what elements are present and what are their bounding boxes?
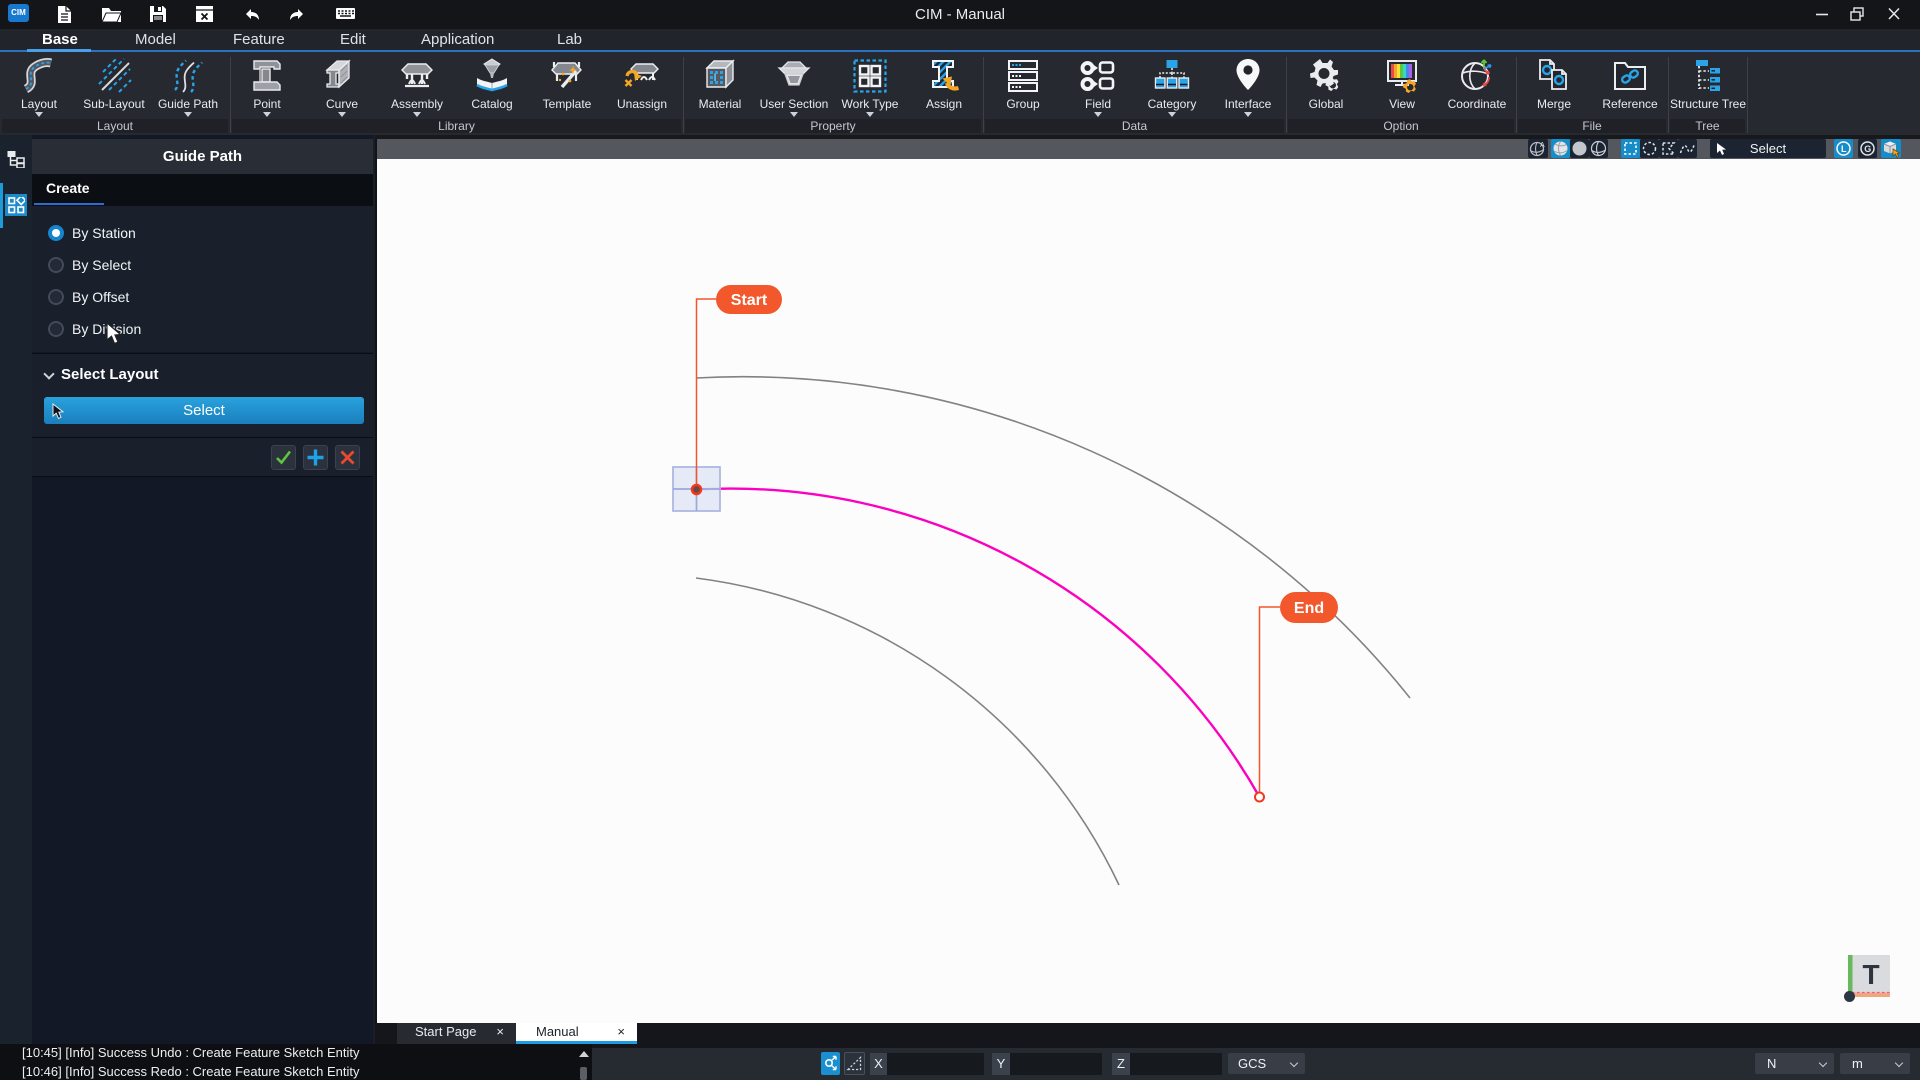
svg-text:A: A xyxy=(1540,142,1545,149)
svg-text:G: G xyxy=(1864,144,1871,154)
svg-text:I: I xyxy=(714,72,717,84)
svg-text:L: L xyxy=(1841,144,1847,154)
svg-text:End: End xyxy=(1294,600,1324,617)
svg-text:Start: Start xyxy=(731,292,768,309)
svg-text:T: T xyxy=(1862,959,1879,990)
